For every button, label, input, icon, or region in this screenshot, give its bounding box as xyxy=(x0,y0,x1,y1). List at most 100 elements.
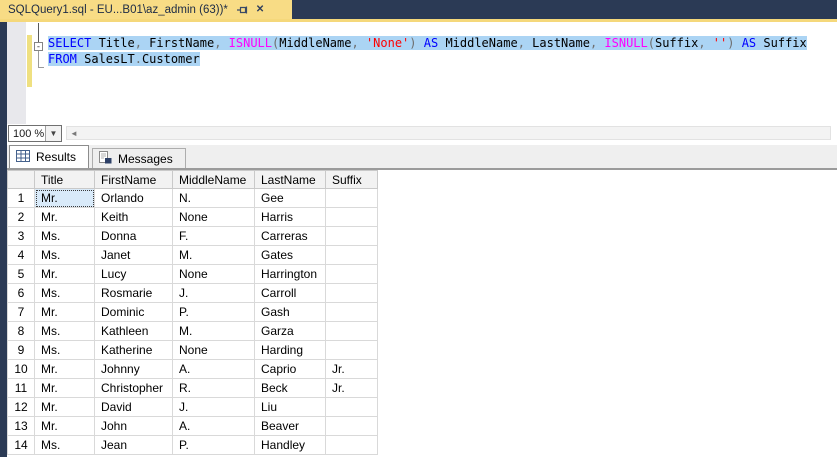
grid-column-header[interactable]: FirstName xyxy=(94,170,173,189)
row-number-cell[interactable]: 10 xyxy=(7,359,35,379)
grid-cell[interactable]: Harris xyxy=(254,207,326,227)
grid-cell[interactable] xyxy=(325,264,378,284)
grid-cell[interactable]: Orlando xyxy=(94,188,173,208)
grid-cell[interactable]: Gash xyxy=(254,302,326,322)
grid-cell[interactable]: Mr. xyxy=(34,359,95,379)
grid-cell[interactable]: J. xyxy=(172,283,255,303)
row-number-cell[interactable]: 13 xyxy=(7,416,35,436)
grid-cell[interactable]: Lucy xyxy=(94,264,173,284)
grid-cell[interactable]: Johnny xyxy=(94,359,173,379)
grid-cell[interactable] xyxy=(325,340,378,360)
grid-cell[interactable]: Liu xyxy=(254,397,326,417)
grid-column-header[interactable]: Title xyxy=(34,170,95,189)
close-icon[interactable]: ✕ xyxy=(256,4,264,15)
grid-cell[interactable]: Rosmarie xyxy=(94,283,173,303)
editor-zoom-dropdown[interactable]: 100 % ▼ xyxy=(8,125,62,142)
grid-cell[interactable]: Gee xyxy=(254,188,326,208)
grid-cell[interactable]: Jean xyxy=(94,435,173,455)
row-number-cell[interactable]: 7 xyxy=(7,302,35,322)
grid-cell[interactable]: Ms. xyxy=(34,321,95,341)
grid-cell[interactable]: Mr. xyxy=(34,188,95,208)
grid-cell[interactable]: R. xyxy=(172,378,255,398)
grid-cell[interactable] xyxy=(325,397,378,417)
grid-cell[interactable] xyxy=(325,416,378,436)
grid-column-header[interactable]: Suffix xyxy=(325,170,378,189)
grid-cell[interactable]: John xyxy=(94,416,173,436)
row-number-cell[interactable]: 5 xyxy=(7,264,35,284)
grid-cell[interactable] xyxy=(325,226,378,246)
pin-icon[interactable] xyxy=(236,4,248,16)
select-all-header[interactable] xyxy=(7,170,35,189)
grid-cell[interactable]: Gates xyxy=(254,245,326,265)
grid-cell[interactable]: Keith xyxy=(94,207,173,227)
grid-cell[interactable]: None xyxy=(172,340,255,360)
grid-cell[interactable]: M. xyxy=(172,321,255,341)
sql-editor[interactable]: - SELECT Title, FirstName, ISNULL(Middle… xyxy=(7,22,837,124)
grid-cell[interactable]: Mr. xyxy=(34,264,95,284)
grid-cell[interactable] xyxy=(325,245,378,265)
row-number-cell[interactable]: 2 xyxy=(7,207,35,227)
grid-cell[interactable]: Ms. xyxy=(34,283,95,303)
document-tab[interactable]: SQLQuery1.sql - EU...B01\az_admin (63))*… xyxy=(0,0,292,19)
grid-cell[interactable] xyxy=(325,321,378,341)
code-area[interactable]: SELECT Title, FirstName, ISNULL(MiddleNa… xyxy=(48,35,807,67)
grid-column-header[interactable]: MiddleName xyxy=(172,170,255,189)
grid-cell[interactable]: Harrington xyxy=(254,264,326,284)
grid-cell[interactable]: Ms. xyxy=(34,226,95,246)
grid-cell[interactable]: Mr. xyxy=(34,397,95,417)
row-number-cell[interactable]: 6 xyxy=(7,283,35,303)
grid-column-header[interactable]: LastName xyxy=(254,170,326,189)
grid-cell[interactable]: A. xyxy=(172,416,255,436)
row-number-cell[interactable]: 11 xyxy=(7,378,35,398)
row-number-cell[interactable]: 12 xyxy=(7,397,35,417)
grid-cell[interactable]: Donna xyxy=(94,226,173,246)
row-number-cell[interactable]: 4 xyxy=(7,245,35,265)
grid-cell[interactable]: Jr. xyxy=(325,359,378,379)
tab-results[interactable]: Results xyxy=(9,145,90,168)
grid-cell[interactable]: None xyxy=(172,264,255,284)
tab-messages[interactable]: Messages xyxy=(92,148,186,168)
grid-cell[interactable]: N. xyxy=(172,188,255,208)
grid-cell[interactable] xyxy=(325,302,378,322)
grid-cell[interactable]: Mr. xyxy=(34,207,95,227)
grid-cell[interactable]: P. xyxy=(172,435,255,455)
grid-cell[interactable]: A. xyxy=(172,359,255,379)
grid-cell[interactable]: P. xyxy=(172,302,255,322)
grid-cell[interactable] xyxy=(325,435,378,455)
grid-cell[interactable]: Kathleen xyxy=(94,321,173,341)
grid-cell[interactable]: Ms. xyxy=(34,435,95,455)
grid-cell[interactable]: Janet xyxy=(94,245,173,265)
grid-cell[interactable]: Mr. xyxy=(34,416,95,436)
grid-cell[interactable]: David xyxy=(94,397,173,417)
grid-cell[interactable]: Carroll xyxy=(254,283,326,303)
grid-cell[interactable]: Carreras xyxy=(254,226,326,246)
grid-cell[interactable]: Jr. xyxy=(325,378,378,398)
grid-cell[interactable]: M. xyxy=(172,245,255,265)
code-fold-toggle[interactable]: - xyxy=(34,42,43,52)
code-line[interactable]: SELECT Title, FirstName, ISNULL(MiddleNa… xyxy=(48,35,807,51)
grid-cell[interactable]: Beaver xyxy=(254,416,326,436)
grid-cell[interactable]: Mr. xyxy=(34,302,95,322)
grid-cell[interactable]: Garza xyxy=(254,321,326,341)
grid-cell[interactable]: Katherine xyxy=(94,340,173,360)
scroll-left-arrow-icon[interactable]: ◄ xyxy=(67,129,78,138)
row-number-cell[interactable]: 14 xyxy=(7,435,35,455)
chevron-down-icon[interactable]: ▼ xyxy=(45,126,61,141)
grid-cell[interactable]: Ms. xyxy=(34,245,95,265)
grid-cell[interactable]: Beck xyxy=(254,378,326,398)
row-number-cell[interactable]: 8 xyxy=(7,321,35,341)
grid-cell[interactable]: F. xyxy=(172,226,255,246)
editor-horizontal-scrollbar[interactable]: ◄ xyxy=(66,126,831,140)
grid-cell[interactable]: Christopher xyxy=(94,378,173,398)
row-number-cell[interactable]: 9 xyxy=(7,340,35,360)
grid-cell[interactable]: J. xyxy=(172,397,255,417)
grid-cell[interactable]: Ms. xyxy=(34,340,95,360)
grid-cell[interactable]: None xyxy=(172,207,255,227)
grid-cell[interactable]: Harding xyxy=(254,340,326,360)
grid-cell[interactable] xyxy=(325,188,378,208)
grid-cell[interactable]: Handley xyxy=(254,435,326,455)
grid-cell[interactable] xyxy=(325,283,378,303)
grid-cell[interactable]: Caprio xyxy=(254,359,326,379)
grid-cell[interactable]: Dominic xyxy=(94,302,173,322)
grid-cell[interactable] xyxy=(325,207,378,227)
